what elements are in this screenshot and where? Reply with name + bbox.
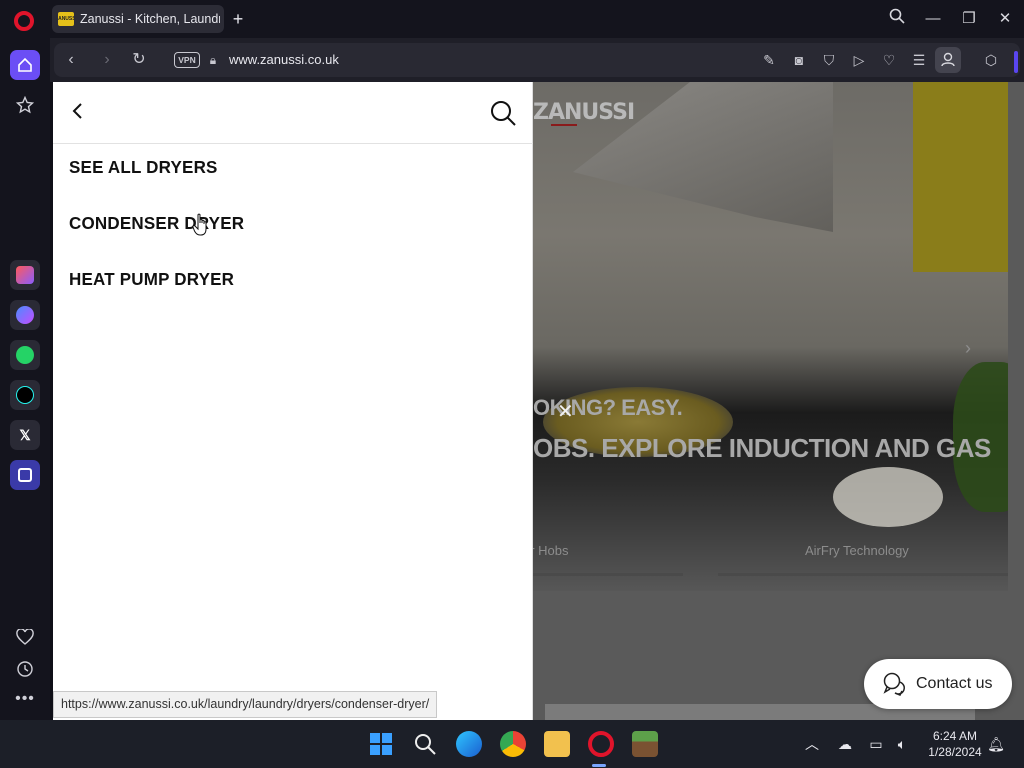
dryers-menu-panel: SEE ALL DRYERS CONDENSER DRYER HEAT PUMP… — [53, 82, 533, 720]
taskbar-search-icon[interactable] — [412, 731, 438, 757]
menu-search-icon[interactable] — [489, 99, 519, 129]
chrome-icon[interactable] — [500, 731, 526, 757]
minecraft-icon[interactable] — [632, 731, 658, 757]
opera-taskbar-icon[interactable] — [588, 731, 614, 757]
tiktok-icon[interactable] — [10, 380, 40, 410]
edge-beta-icon[interactable] — [456, 731, 482, 757]
back-icon[interactable]: ‹ — [62, 51, 80, 69]
favorite-heart-icon[interactable]: ♡ — [880, 51, 898, 69]
aria-ai-icon[interactable] — [10, 260, 40, 290]
vpn-badge[interactable]: VPN — [174, 52, 200, 68]
url-field[interactable]: www.zanussi.co.uk — [229, 52, 339, 67]
contact-us-button[interactable]: Contact us — [864, 659, 1012, 709]
messenger-icon[interactable] — [10, 300, 40, 330]
browser-sidebar: 𝕏 ••• — [0, 38, 50, 720]
profile-icon[interactable] — [935, 47, 961, 73]
lock-icon[interactable]: 🔒︎ — [204, 51, 222, 69]
camera-snapshot-icon[interactable]: ◙ — [790, 51, 808, 69]
address-bar: ‹ › ↻ VPN 🔒︎ www.zanussi.co.uk ✎ ◙ ⛉ ▷ ♡… — [50, 38, 1024, 82]
active-app-indicator — [592, 764, 606, 767]
history-clock-icon[interactable] — [10, 654, 40, 684]
menu-item-see-all-dryers[interactable]: SEE ALL DRYERS — [69, 158, 218, 179]
heart-icon[interactable] — [10, 622, 40, 652]
onedrive-cloud-icon[interactable]: ☁ — [836, 735, 854, 753]
menu-item-condenser-dryer[interactable]: CONDENSER DRYER — [69, 214, 244, 235]
star-icon[interactable] — [10, 90, 40, 120]
notification-bell-icon[interactable]: 🔔︎ — [987, 735, 1005, 753]
forward-icon[interactable]: › — [98, 51, 116, 69]
network-icon[interactable]: ▭ — [867, 735, 885, 753]
file-explorer-icon[interactable] — [544, 731, 570, 757]
adblock-shield-icon[interactable]: ⛉ — [820, 51, 838, 69]
x-twitter-icon[interactable]: 𝕏 — [10, 420, 40, 450]
clock-date: 1/28/2024 — [928, 745, 982, 759]
hob-bowl-image — [833, 467, 943, 527]
menu-item-heat-pump-dryer[interactable]: HEAT PUMP DRYER — [69, 270, 234, 291]
music-player-icon[interactable] — [10, 460, 40, 490]
volume-muted-icon[interactable]: 🔈︎ — [893, 735, 911, 753]
opera-logo-icon[interactable] — [14, 11, 34, 31]
hero-subheadline: OBS. EXPLORE INDUCTION AND GAS — [533, 433, 991, 463]
whatsapp-icon[interactable] — [10, 340, 40, 370]
page-viewport: ZANUSSI OKING? EASY. OBS. EXPLORE INDUCT… — [53, 82, 1024, 720]
extensions-cube-icon[interactable]: ⬡ — [982, 51, 1000, 69]
browser-tab[interactable]: ZANUSSI Zanussi - Kitchen, Laundry — [52, 5, 224, 33]
browser-titlebar: ZANUSSI Zanussi - Kitchen, Laundry + — ❐… — [0, 0, 1024, 38]
windows-taskbar: ︿ ☁ ▭ 🔈︎ 6:24 AM 1/28/2024 🔔︎ — [0, 720, 1024, 768]
restore-icon[interactable]: ❐ — [957, 8, 981, 30]
contact-us-label: Contact us — [916, 675, 993, 692]
carousel-next-icon[interactable]: › — [965, 338, 971, 359]
search-tabs-icon[interactable] — [885, 8, 909, 30]
menu-back-icon[interactable] — [71, 100, 87, 124]
carousel-progress-left — [533, 573, 683, 576]
hero-headline: OKING? EASY. — [533, 395, 683, 420]
zanussi-logo[interactable]: ZANUSSI — [533, 100, 635, 125]
carousel-progress-right — [718, 573, 1008, 576]
yellow-wall-image — [913, 82, 1008, 272]
address-bar-inner: ‹ › ↻ VPN 🔒︎ www.zanussi.co.uk ✎ ◙ ⛉ ▷ ♡… — [54, 43, 1020, 77]
new-tab-plus-icon[interactable]: + — [228, 9, 248, 29]
tray-chevron-up-icon[interactable]: ︿ — [803, 735, 821, 753]
logo-underline — [551, 124, 577, 126]
hero-banner: ZANUSSI OKING? EASY. OBS. EXPLORE INDUCT… — [533, 82, 1008, 591]
status-bar-url: https://www.zanussi.co.uk/laundry/laundr… — [53, 691, 438, 718]
close-window-icon[interactable]: ✕ — [993, 8, 1017, 30]
home-icon[interactable] — [10, 50, 40, 80]
sidebar-accent-bar — [1014, 51, 1018, 73]
close-menu-icon[interactable]: ✕ — [557, 402, 574, 422]
chat-bubbles-icon — [882, 671, 908, 697]
minimize-icon[interactable]: — — [921, 8, 945, 30]
edit-share-icon[interactable]: ✎ — [760, 51, 778, 69]
easy-setup-icon[interactable]: ☰ — [910, 51, 928, 69]
menu-header — [53, 82, 533, 144]
carousel-caption-left[interactable]: er Hobs — [533, 543, 569, 558]
send-icon[interactable]: ▷ — [850, 51, 868, 69]
more-options-icon[interactable]: ••• — [10, 684, 40, 714]
carousel-caption-right[interactable]: AirFry Technology — [805, 543, 909, 558]
reload-icon[interactable]: ↻ — [130, 51, 148, 69]
clock-time: 6:24 AM — [932, 729, 978, 743]
tab-title: Zanussi - Kitchen, Laundry — [80, 12, 220, 26]
system-clock[interactable]: 6:24 AM 1/28/2024 — [920, 728, 990, 760]
zanussi-favicon-icon: ZANUSSI — [58, 12, 74, 26]
windows-start-icon[interactable] — [368, 731, 394, 757]
hand-cursor-icon — [192, 213, 210, 237]
